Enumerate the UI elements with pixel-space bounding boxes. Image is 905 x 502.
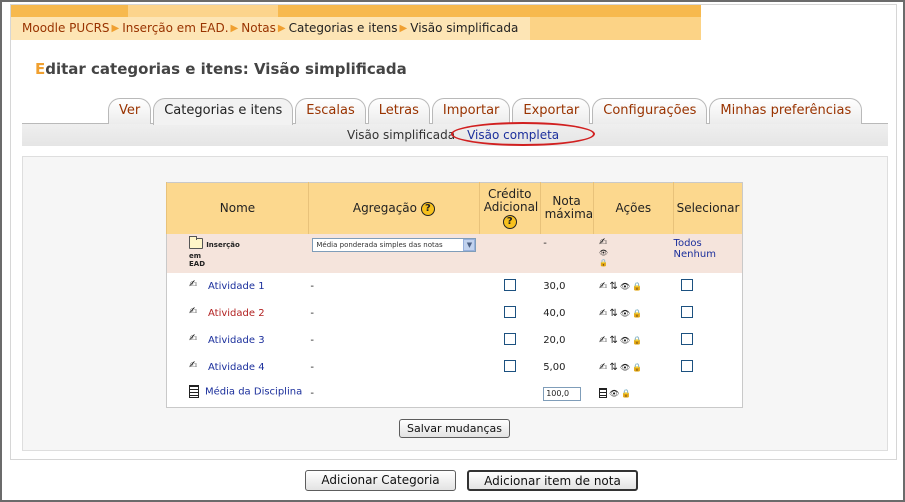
total-row: Média da Disciplina - 100,0 👁 🔒 [167, 381, 743, 408]
total-name: Média da Disciplina [205, 386, 303, 398]
tab-minhas-preferencias[interactable]: Minhas preferências [709, 98, 863, 124]
edit-icon[interactable]: ✍ [599, 362, 607, 373]
move-icon[interactable]: ⇅ [609, 308, 617, 319]
lock-icon[interactable]: 🔒 [632, 363, 642, 372]
extra-credit-checkbox[interactable] [503, 305, 516, 318]
table-row: ✍ Atividade 2 - 40,0 ✍ ⇅ 👁 🔒 [167, 300, 743, 327]
tab-letras[interactable]: Letras [367, 98, 430, 124]
select-checkbox[interactable] [680, 278, 693, 291]
header-nota-maxima: Nota máxima [539, 182, 593, 234]
breadcrumb-moodle-pucrs[interactable]: Moodle PUCRS [22, 21, 110, 35]
breadcrumb-separator-icon: ▶ [230, 22, 239, 34]
category-actions: ✍ 👁 🔒 [593, 233, 674, 273]
eye-icon[interactable]: 👁 [599, 248, 674, 258]
chevron-down-icon: ▼ [463, 238, 476, 251]
calculator-icon[interactable] [599, 388, 608, 399]
save-changes-button[interactable]: Salvar mudanças [399, 419, 510, 438]
header-agregacao: Agregação ? [307, 182, 480, 234]
header-acoes: Ações [592, 182, 674, 234]
max-grade-input[interactable]: 100,0 [543, 386, 582, 401]
tab-importar[interactable]: Importar [431, 98, 511, 124]
header-nome: Nome [166, 182, 309, 234]
calculator-icon [189, 385, 199, 399]
header-band [11, 5, 701, 17]
breadcrumb-course[interactable]: Inserção em EAD. [122, 21, 228, 35]
tab-escalas[interactable]: Escalas [295, 98, 366, 124]
lock-icon[interactable]: 🔒 [632, 282, 642, 291]
item-link[interactable]: Atividade 4 [208, 362, 265, 373]
manual-grade-icon: ✍ [189, 306, 198, 317]
item-link[interactable]: Atividade 1 [208, 281, 265, 292]
breadcrumb: Moodle PUCRS ▶ Inserção em EAD. ▶ Notas … [22, 21, 518, 35]
manual-grade-icon: ✍ [189, 279, 198, 290]
tab-ver[interactable]: Ver [108, 98, 152, 124]
breadcrumb-separator-icon: ▶ [277, 22, 286, 34]
table-row: ✍ Atividade 4 - 5,00 ✍ ⇅ 👁 🔒 [167, 354, 743, 381]
eye-icon[interactable]: 👁 [620, 336, 630, 345]
lock-icon[interactable]: 🔒 [632, 336, 642, 345]
tab-categorias-e-itens[interactable]: Categorias e itens [153, 98, 294, 125]
select-none-link[interactable]: Nenhum [674, 249, 742, 260]
category-max: - [540, 233, 594, 273]
edit-icon[interactable]: ✍ [599, 237, 674, 248]
select-all-link[interactable]: Todos [674, 238, 742, 249]
move-icon[interactable]: ⇅ [609, 281, 617, 292]
page-title: Editar categorias e itens: Visão simplif… [35, 60, 407, 78]
breadcrumb-bar-accent [530, 17, 701, 40]
tab-exportar[interactable]: Exportar [512, 98, 591, 124]
header-credito-adicional: Crédito Adicional? [478, 182, 541, 234]
table-row: ✍ Atividade 1 - 30,0 ✍ ⇅ 👁 🔒 [167, 273, 743, 300]
help-icon[interactable]: ? [502, 214, 517, 229]
tab-bar: Ver Categorias e itens Escalas Letras Im… [108, 98, 864, 125]
table-header-row: Nome Agregação ? Crédito Adicional? Nota… [166, 182, 743, 234]
item-link[interactable]: Atividade 3 [208, 335, 265, 346]
move-icon[interactable]: ⇅ [609, 335, 617, 346]
extra-credit-checkbox[interactable] [503, 332, 516, 345]
eye-icon[interactable]: 👁 [609, 389, 619, 398]
extra-credit-checkbox[interactable] [503, 278, 516, 291]
folder-icon [189, 235, 203, 249]
header-selecionar: Selecionar [673, 182, 743, 234]
manual-grade-icon: ✍ [189, 360, 198, 371]
breadcrumb-categorias: Categorias e itens [288, 21, 398, 35]
move-icon[interactable]: ⇅ [609, 362, 617, 373]
eye-icon[interactable]: 👁 [620, 282, 630, 291]
lock-icon[interactable]: 🔒 [632, 309, 642, 318]
manual-grade-icon: ✍ [189, 333, 198, 344]
edit-icon[interactable]: ✍ [599, 308, 607, 319]
breadcrumb-notas[interactable]: Notas [241, 21, 276, 35]
category-row: Inserção em EAD Média ponderada simples … [166, 233, 743, 273]
edit-icon[interactable]: ✍ [599, 281, 607, 292]
highlight-annotation [451, 122, 595, 146]
lock-icon[interactable]: 🔒 [621, 389, 631, 398]
lock-icon[interactable]: 🔒 [599, 258, 674, 268]
breadcrumb-separator-icon: ▶ [111, 22, 120, 34]
select-links: Todos Nenhum [673, 233, 743, 273]
eye-icon[interactable]: 👁 [620, 309, 630, 318]
add-grade-item-button[interactable]: Adicionar item de nota [467, 470, 638, 491]
aggregation-select[interactable]: Média ponderada simples das notas ▼ [312, 237, 477, 252]
category-name-cell: Inserção em EAD [166, 233, 309, 273]
add-category-button[interactable]: Adicionar Categoria [305, 470, 456, 491]
select-checkbox[interactable] [680, 305, 693, 318]
tab-configuracoes[interactable]: Configurações [592, 98, 708, 124]
select-checkbox[interactable] [680, 359, 693, 372]
breadcrumb-current: Visão simplificada [410, 21, 519, 35]
table-row: ✍ Atividade 3 - 20,0 ✍ ⇅ 👁 🔒 [167, 327, 743, 354]
grade-items-table: Nome Agregação ? Crédito Adicional? Nota… [166, 182, 743, 408]
subtab-visao-simplificada: Visão simplificada [347, 128, 456, 142]
eye-icon[interactable]: 👁 [620, 363, 630, 372]
help-icon[interactable]: ? [420, 201, 435, 216]
breadcrumb-separator-icon: ▶ [399, 22, 408, 34]
extra-credit-checkbox[interactable] [503, 359, 516, 372]
select-checkbox[interactable] [680, 332, 693, 345]
item-link[interactable]: Atividade 2 [208, 308, 265, 319]
edit-icon[interactable]: ✍ [599, 335, 607, 346]
